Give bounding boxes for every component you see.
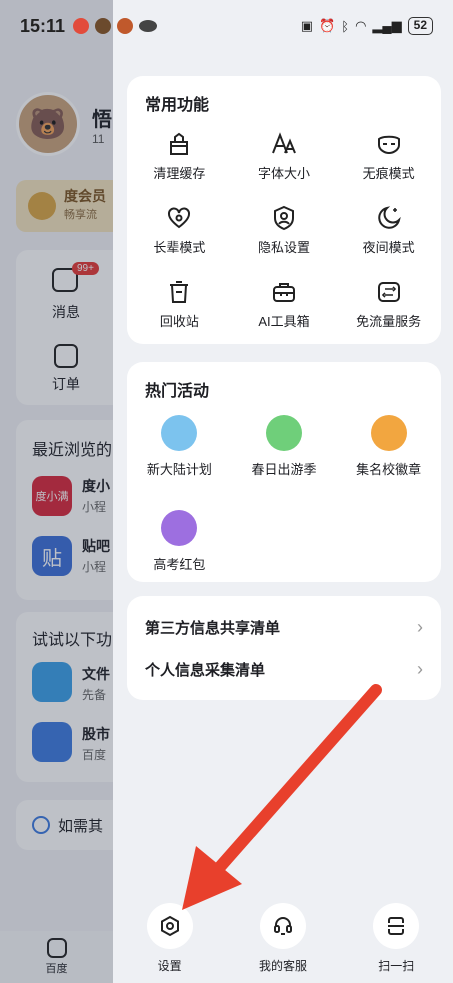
bluetooth-icon: ᛒ (341, 18, 350, 34)
grid-label: 隐私设置 (257, 240, 310, 255)
font-size-button[interactable]: 字体大小 (232, 123, 337, 197)
activity-item[interactable]: 春日出游季 (232, 405, 337, 500)
grid-label: 集名校徽章 (356, 462, 422, 477)
clear-cache-button[interactable]: 清理缓存 (127, 123, 232, 197)
shield-user-icon (273, 205, 294, 231)
activity-image (370, 415, 407, 451)
grid-label: 新大陆计划 (146, 462, 212, 477)
grid-label: 免流量服务 (356, 314, 422, 329)
scan-label: 扫一扫 (378, 959, 415, 973)
grid-label: 清理缓存 (153, 166, 206, 181)
activity-image (265, 415, 302, 451)
broom-icon (170, 132, 189, 155)
grid-label: 无痕模式 (362, 166, 415, 181)
settings-icon (146, 903, 193, 949)
alarm-icon: ⏰ (319, 18, 336, 33)
heart-icon (168, 207, 191, 229)
scan-icon (373, 903, 420, 949)
status-time: 15:11 (20, 15, 66, 36)
grid-label: AI工具箱 (258, 314, 310, 329)
customer-service-label: 我的客服 (258, 959, 307, 973)
status-bar: 15:11 ▣ ⏰ ᛒ ◠ ▂▄▆ 52 (0, 0, 453, 52)
grid-label: 夜间模式 (362, 240, 415, 255)
activity-item[interactable]: 新大陆计划 (127, 405, 232, 500)
chevron-right-icon: › (417, 658, 423, 679)
signal-icon: ▂▄▆ (372, 18, 402, 33)
personal-info-list-row[interactable]: 个人信息采集清单 › (127, 648, 441, 690)
side-drawer: 常用功能 清理缓存 字体大小 无痕模式 长辈模式 隐私设置 夜间模式 回收站 A… (113, 0, 453, 983)
grid-label: 春日出游季 (251, 462, 317, 477)
elder-mode-button[interactable]: 长辈模式 (127, 197, 232, 271)
headset-icon (259, 903, 306, 949)
drawer-bottom-bar: 设置 我的客服 扫一扫 (113, 903, 453, 983)
wifi-icon: ◠ (355, 18, 367, 33)
font-size-icon (272, 132, 296, 154)
data-card-icon (377, 282, 400, 302)
incognito-button[interactable]: 无痕模式 (336, 123, 441, 197)
grid-label: 回收站 (159, 314, 199, 329)
notification-icon (95, 18, 112, 34)
settings-label: 设置 (157, 959, 182, 973)
common-functions-title: 常用功能 (145, 97, 210, 114)
notification-icon (73, 18, 90, 34)
free-data-button[interactable]: 免流量服务 (336, 271, 441, 345)
activity-item[interactable]: 集名校徽章 (336, 405, 441, 500)
eye-icon (139, 20, 158, 32)
moon-icon (377, 206, 401, 229)
grid-label: 长辈模式 (153, 240, 206, 255)
activity-image (161, 510, 198, 546)
third-party-list-row[interactable]: 第三方信息共享清单 › (127, 606, 441, 648)
privacy-lists-card: 第三方信息共享清单 › 个人信息采集清单 › (127, 596, 441, 700)
grid-label: 字体大小 (257, 166, 310, 181)
night-mode-button[interactable]: 夜间模式 (336, 197, 441, 271)
chevron-right-icon: › (417, 616, 423, 637)
activity-item[interactable]: 高考红包 (127, 500, 232, 595)
hot-activities-title: 热门活动 (145, 383, 210, 400)
trash-icon (170, 281, 189, 303)
hot-activities-card: 热门活动 新大陆计划 春日出游季 集名校徽章 高考红包 (127, 362, 441, 582)
nfc-icon: ▣ (300, 18, 314, 33)
toolbox-icon (272, 283, 295, 302)
grid-label: 高考红包 (153, 557, 206, 572)
battery-icon: 52 (407, 17, 433, 35)
notification-icon (117, 18, 134, 34)
list-label: 个人信息采集清单 (145, 661, 266, 679)
list-label: 第三方信息共享清单 (145, 619, 281, 637)
ai-toolbox-button[interactable]: AI工具箱 (232, 271, 337, 345)
mask-icon (377, 135, 400, 155)
customer-service-button[interactable]: 我的客服 (238, 903, 328, 974)
recycle-bin-button[interactable]: 回收站 (127, 271, 232, 345)
common-functions-card: 常用功能 清理缓存 字体大小 无痕模式 长辈模式 隐私设置 夜间模式 回收站 A… (127, 76, 441, 344)
activity-image (161, 415, 198, 451)
privacy-settings-button[interactable]: 隐私设置 (232, 197, 337, 271)
settings-button[interactable]: 设置 (125, 903, 215, 974)
scan-button[interactable]: 扫一扫 (351, 903, 441, 974)
